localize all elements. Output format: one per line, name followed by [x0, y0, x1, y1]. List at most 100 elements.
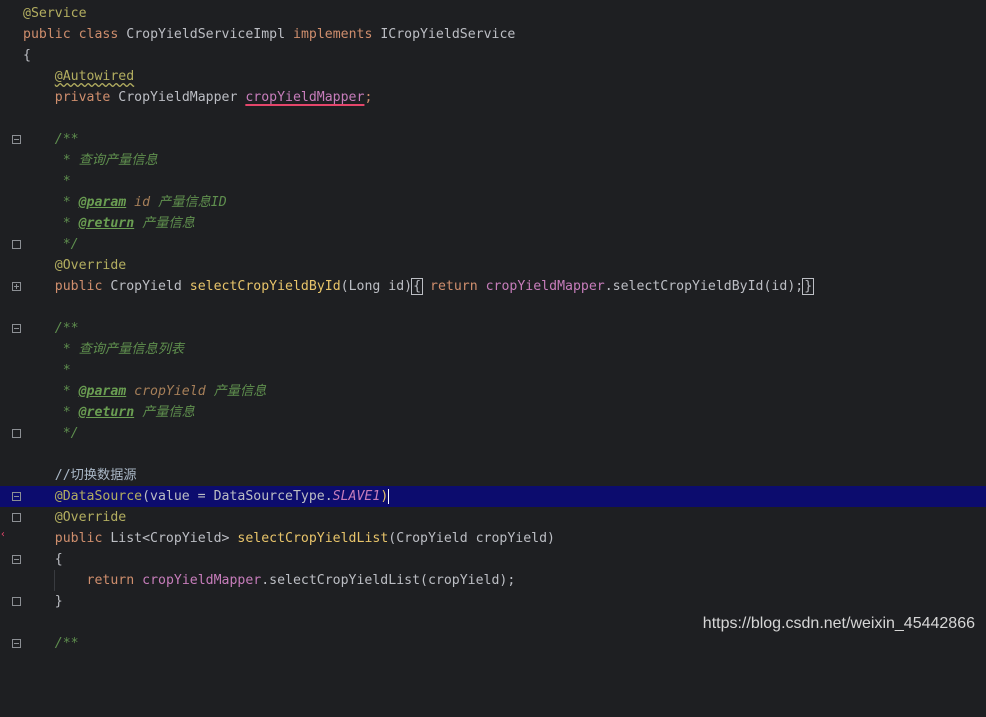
brace: {: [54, 552, 63, 567]
keyword: public: [54, 531, 103, 546]
code-line[interactable]: * @param cropYield 产量信息: [0, 381, 986, 402]
code-line[interactable]: return cropYieldMapper.selectCropYieldLi…: [0, 570, 986, 591]
comment: /**: [54, 132, 79, 147]
javadoc-tag: @param: [78, 384, 127, 399]
folded-brace-open[interactable]: {: [411, 278, 424, 295]
method-name: selectCropYieldById: [189, 279, 341, 294]
code-editor[interactable]: @Service public class CropYieldServiceIm…: [0, 0, 986, 651]
brace: {: [23, 48, 31, 63]
current-code-line[interactable]: @DataSource(value = DataSourceType.SLAVE…: [0, 486, 986, 507]
error-marker-icon: ‹: [0, 529, 7, 540]
method-args: (Long id): [340, 279, 413, 294]
javadoc-tag: @return: [78, 216, 135, 231]
annotation: @Autowired: [54, 69, 135, 84]
code-line[interactable]: * @return 产量信息: [0, 213, 986, 234]
method-args: (CropYield cropYield): [388, 531, 555, 546]
comment: 产量信息: [134, 405, 195, 420]
code-line[interactable]: *: [0, 171, 986, 192]
annotation: @Override: [54, 258, 127, 273]
annotation: @Service: [23, 6, 87, 21]
type-name: CropYield: [110, 279, 182, 294]
code-line[interactable]: * 查询产量信息列表: [0, 339, 986, 360]
fold-icon[interactable]: [12, 324, 21, 333]
comment: 产量信息: [205, 384, 267, 399]
code-line[interactable]: //切换数据源: [0, 465, 986, 486]
fold-end-icon[interactable]: [12, 240, 21, 249]
code-line[interactable]: public List<CropYield> selectCropYieldLi…: [0, 528, 986, 549]
comment: 产量信息ID: [150, 195, 227, 210]
comment: *: [54, 405, 79, 420]
annotation: @Override: [54, 510, 127, 525]
fold-end-icon[interactable]: [12, 513, 21, 522]
text-cursor: [388, 489, 390, 504]
code-line[interactable]: * 查询产量信息: [0, 150, 986, 171]
comment: 产量信息: [134, 216, 195, 231]
keyword: public: [23, 27, 71, 42]
type-name: CropYieldMapper: [118, 90, 238, 105]
comment: */: [54, 237, 79, 252]
line-comment: //切换数据源: [54, 468, 137, 483]
enum-constant: SLAVE1: [332, 489, 381, 504]
class-name: CropYieldServiceImpl: [126, 27, 286, 42]
keyword: return: [86, 573, 135, 588]
method-name: selectCropYieldList: [237, 531, 389, 546]
fold-end-icon[interactable]: [12, 429, 21, 438]
code-line[interactable]: @Autowired: [0, 66, 986, 87]
interface-name: ICropYieldService: [380, 27, 516, 42]
field-name: cropYieldMapper: [245, 90, 365, 105]
code-line[interactable]: @Override: [0, 255, 986, 276]
comment: *: [54, 174, 71, 189]
comment: *: [54, 384, 79, 399]
semicolon: ;: [364, 90, 373, 105]
fold-end-icon[interactable]: [12, 597, 21, 606]
comment: *: [54, 216, 79, 231]
code-line[interactable]: {: [0, 549, 986, 570]
field-name: cropYieldMapper: [485, 279, 605, 294]
method-call: .selectCropYieldById(id);: [604, 279, 804, 294]
javadoc-tag: @return: [78, 405, 135, 420]
code-line[interactable]: *: [0, 360, 986, 381]
code-line[interactable]: /**: [0, 633, 986, 654]
folded-brace-close[interactable]: }: [802, 278, 815, 295]
fold-icon[interactable]: [12, 492, 21, 501]
comment: * 查询产量信息列表: [54, 342, 185, 357]
comment: *: [54, 363, 71, 378]
fold-icon[interactable]: [12, 639, 21, 648]
comment: /**: [54, 636, 79, 651]
fold-icon[interactable]: [12, 135, 21, 144]
watermark: https://blog.csdn.net/weixin_45442866: [702, 615, 975, 632]
code-line[interactable]: {: [0, 45, 986, 66]
keyword: private: [54, 90, 111, 105]
javadoc-param: id: [126, 195, 151, 210]
keyword: public: [54, 279, 103, 294]
annotation-args: (value = DataSourceType.: [142, 489, 333, 504]
code-line[interactable]: public CropYield selectCropYieldById(Lon…: [0, 276, 986, 297]
comment: */: [54, 426, 79, 441]
code-line[interactable]: public class CropYieldServiceImpl implem…: [0, 24, 986, 45]
code-line[interactable]: /**: [0, 129, 986, 150]
javadoc-tag: @param: [78, 195, 127, 210]
code-line[interactable]: */: [0, 423, 986, 444]
code-line[interactable]: * @return 产量信息: [0, 402, 986, 423]
unfold-icon[interactable]: [12, 282, 21, 291]
field-name: cropYieldMapper: [142, 573, 262, 588]
code-line[interactable]: @Service: [0, 3, 986, 24]
comment: * 查询产量信息: [54, 153, 158, 168]
method-call: .selectCropYieldList(cropYield);: [261, 573, 516, 588]
brace: }: [54, 594, 63, 609]
code-line[interactable]: @Override: [0, 507, 986, 528]
indent-guide: [54, 570, 55, 591]
code-line[interactable]: /**: [0, 318, 986, 339]
code-line[interactable]: */: [0, 234, 986, 255]
keyword: implements: [293, 27, 373, 42]
type-name: List<CropYield>: [110, 531, 230, 546]
javadoc-param: cropYield: [126, 384, 206, 399]
code-line[interactable]: * @param id 产量信息ID: [0, 192, 986, 213]
code-line[interactable]: private CropYieldMapper cropYieldMapper;: [0, 87, 986, 108]
annotation: @DataSource: [54, 489, 143, 504]
fold-icon[interactable]: [12, 555, 21, 564]
comment: *: [54, 195, 79, 210]
code-line[interactable]: }: [0, 591, 986, 612]
comment: /**: [54, 321, 79, 336]
keyword: class: [78, 27, 119, 42]
